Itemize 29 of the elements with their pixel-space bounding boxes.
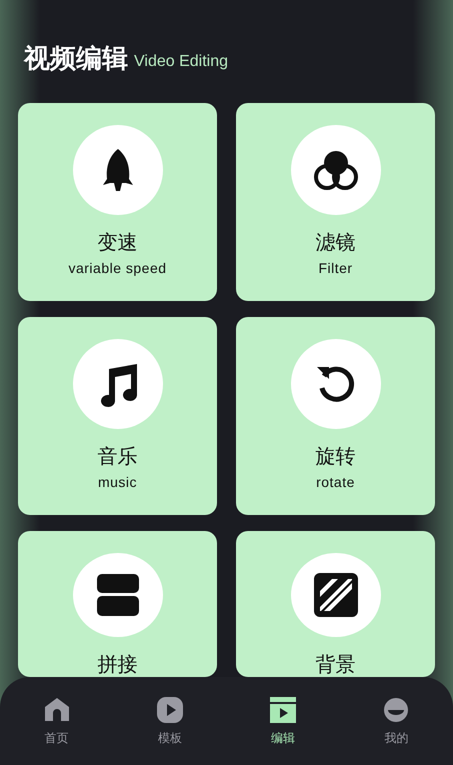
tab-item[interactable]: 我的 bbox=[340, 677, 453, 765]
tool-subtitle: variable speed bbox=[68, 259, 167, 277]
tool-subtitle: rotate bbox=[316, 473, 355, 491]
tool-subtitle: Filter bbox=[318, 259, 353, 277]
tab-item[interactable]: 模板 bbox=[113, 677, 226, 765]
page-subtitle: Video Editing bbox=[134, 52, 228, 72]
page-title: 视频编辑 bbox=[24, 44, 128, 74]
tool-label: 音乐 bbox=[98, 443, 138, 469]
tool-subtitle: music bbox=[98, 473, 138, 491]
filter-icon bbox=[312, 148, 358, 192]
tool-label: 变速 bbox=[98, 229, 138, 255]
tool-label: 背景 bbox=[316, 651, 356, 677]
home-icon bbox=[44, 697, 70, 723]
tool-card[interactable]: 旋转 rotate bbox=[236, 317, 435, 515]
split-square-icon bbox=[96, 574, 138, 616]
hatched-square-icon bbox=[314, 573, 358, 617]
tool-label: 旋转 bbox=[316, 443, 356, 469]
tool-label: 拼接 bbox=[98, 651, 138, 677]
tool-label: 滤镜 bbox=[316, 229, 356, 255]
clapperboard-icon bbox=[270, 697, 296, 723]
tool-card[interactable]: 背景 bbox=[236, 531, 435, 677]
tool-card[interactable]: 变速 variable speed bbox=[18, 103, 217, 301]
tool-card[interactable]: 拼接 bbox=[18, 531, 217, 677]
play-icon bbox=[156, 697, 183, 723]
tool-card[interactable]: 滤镜 Filter bbox=[236, 103, 435, 301]
tab-item[interactable]: 编辑 bbox=[226, 677, 340, 765]
tool-card[interactable]: 音乐 music bbox=[18, 317, 217, 515]
tab-item[interactable]: 首页 bbox=[0, 677, 114, 765]
profile-icon bbox=[383, 697, 410, 723]
